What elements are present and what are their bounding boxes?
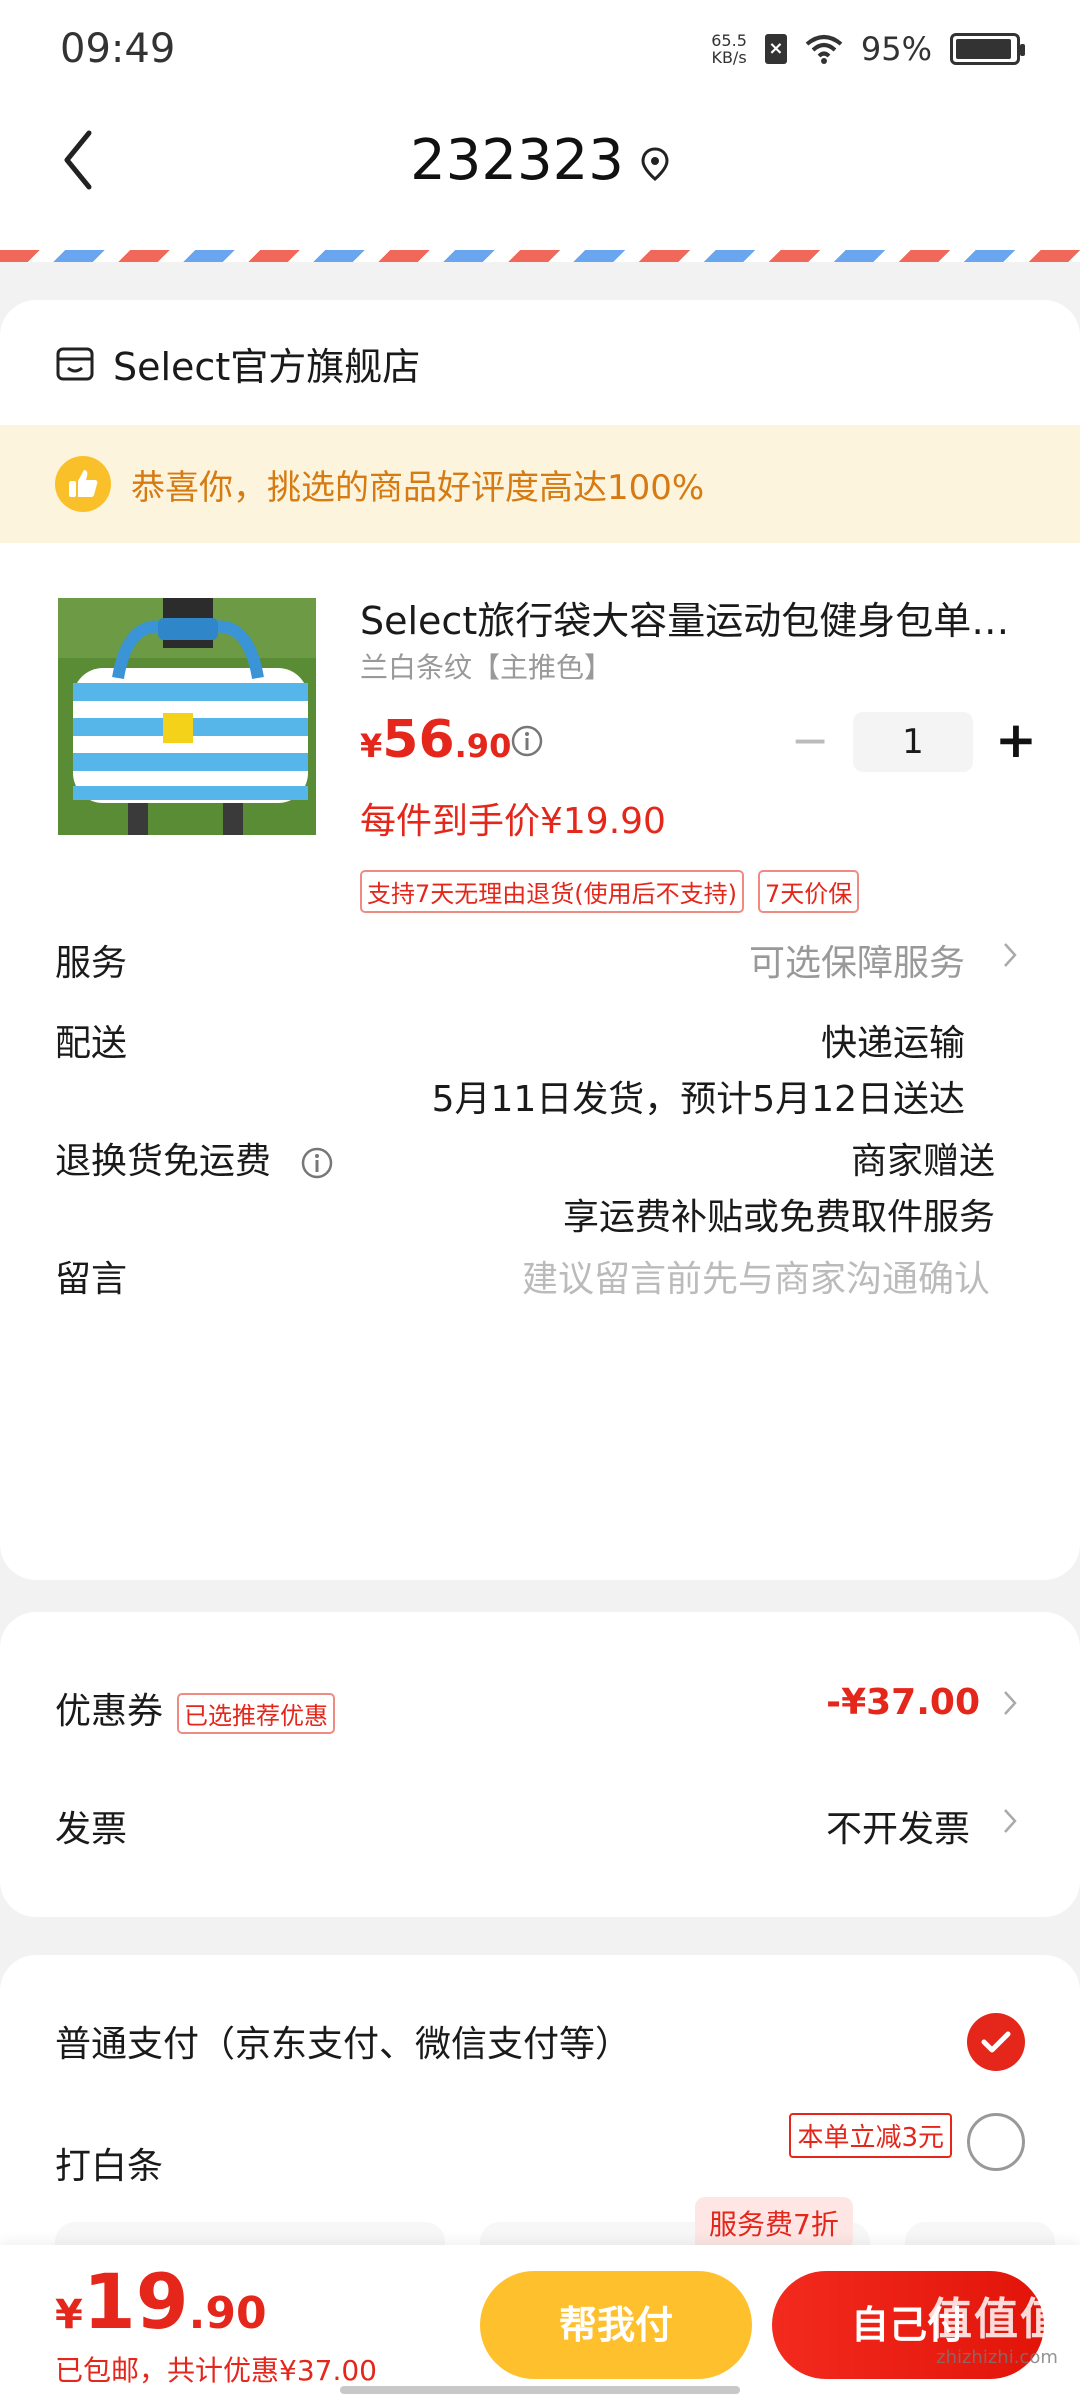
- baitiao-label[interactable]: 打白条: [55, 2137, 163, 2189]
- increase-button[interactable]: +: [991, 712, 1041, 772]
- price-decimal: .90: [454, 727, 512, 765]
- watermark-url: zhizhizhi.com: [936, 2347, 1058, 2368]
- product-tags: 支持7天无理由退货(使用后不支持) 7天价保: [360, 870, 860, 913]
- return-info-icon[interactable]: [300, 1146, 334, 1180]
- return-desc: 享运费补贴或免费取件服务: [562, 1197, 995, 1238]
- shipping-note: 已包邮，共计优惠: [55, 2354, 280, 2387]
- coupon-row[interactable]: 优惠券 已选推荐优惠: [55, 1682, 336, 1734]
- delivery-label: 配送: [55, 1023, 128, 1064]
- wifi-icon: [805, 35, 843, 64]
- return-label-row: 退换货免运费: [55, 1132, 334, 1184]
- watermark-logo: 值值值: [928, 2294, 1066, 2345]
- status-time: 09:49: [60, 26, 176, 72]
- praise-banner: 恭喜你，挑选的商品好评度高达100%: [0, 425, 1080, 543]
- status-icons: 65.5 KB/s × 95%: [711, 30, 1025, 68]
- invoice-label: 发票: [55, 1809, 128, 1850]
- shop-row[interactable]: Select官方旗舰店: [55, 336, 420, 391]
- product-spec[interactable]: 兰白条纹【主推色】: [360, 646, 612, 686]
- address-title: 232323: [410, 128, 624, 193]
- battery-icon: [950, 33, 1025, 65]
- price-integer: 56: [382, 710, 455, 770]
- product-image[interactable]: [58, 598, 316, 835]
- banner-text: 恭喜你，挑选的商品好评度高达100%: [131, 467, 705, 508]
- baitiao-promo: 本单立减3元: [789, 2113, 952, 2158]
- discount-amount: ¥37.00: [279, 2354, 377, 2387]
- price-symbol: ¥: [360, 727, 383, 765]
- baitiao-radio[interactable]: [967, 2113, 1025, 2171]
- quantity-value[interactable]: 1: [853, 712, 973, 772]
- total-symbol: ¥: [55, 2292, 83, 2338]
- product-title[interactable]: Select旅行袋大容量运动包健身包单…: [360, 590, 1020, 645]
- watermark: 值值值 zhizhizhi.com: [928, 2283, 1066, 2368]
- coupon-card: 优惠券 已选推荐优惠 -¥37.00 发票 不开发票: [0, 1612, 1080, 1917]
- price-protect-tag: 7天价保: [758, 870, 860, 913]
- discount-summary: 已包邮，共计优惠¥37.00: [55, 2349, 377, 2389]
- service-fee-tag: 服务费7折: [695, 2197, 853, 2249]
- unit-final-price: 每件到手价¥19.90: [360, 801, 666, 842]
- service-value[interactable]: 可选保障服务: [749, 934, 965, 986]
- normal-pay-label[interactable]: 普通支付（京东支付、微信支付等）: [55, 2015, 631, 2067]
- service-label: 服务: [55, 943, 128, 984]
- message-label: 留言: [55, 1259, 128, 1300]
- chevron-right-icon[interactable]: [1000, 1806, 1020, 1836]
- thumbs-up-icon: [55, 456, 111, 512]
- no-sim-icon: ×: [764, 34, 787, 64]
- total-price: ¥19.90: [55, 2257, 267, 2346]
- delivery-time[interactable]: 5月11日发货，预计5月12日送达: [432, 1070, 965, 1122]
- quantity-stepper: − 1 +: [785, 712, 1041, 772]
- total-decimal: .90: [188, 2288, 267, 2339]
- invoice-value[interactable]: 不开发票: [826, 1800, 970, 1852]
- coupon-label: 优惠券: [55, 1691, 164, 1732]
- return-label: 退换货免运费: [55, 1141, 272, 1182]
- header: 232323: [0, 100, 1080, 262]
- price-info-icon[interactable]: [510, 724, 544, 758]
- shop-name: Select官方旗舰店: [113, 345, 421, 389]
- net-speed: 65.5 KB/s: [711, 32, 747, 66]
- total-integer: 19: [82, 2257, 189, 2346]
- net-speed-value: 65.5: [711, 31, 747, 50]
- decrease-button[interactable]: −: [785, 712, 835, 772]
- coupon-badge: 已选推荐优惠: [177, 1692, 336, 1734]
- store-icon: [56, 347, 94, 380]
- checkout-bar: ¥19.90 已包邮，共计优惠¥37.00 帮我付 自己付 值值值 zhizhi…: [0, 2245, 1080, 2400]
- page-title[interactable]: 232323: [0, 128, 1080, 193]
- normal-pay-check-icon[interactable]: [967, 2013, 1025, 2071]
- coupon-amount[interactable]: -¥37.00: [826, 1682, 980, 1723]
- location-pin-icon: [641, 147, 669, 181]
- home-indicator[interactable]: [340, 2386, 740, 2394]
- return-value: 商家赠送: [850, 1141, 995, 1182]
- help-pay-button[interactable]: 帮我付: [480, 2271, 752, 2379]
- delivery-method[interactable]: 快递运输: [821, 1014, 965, 1066]
- status-bar: 09:49 65.5 KB/s × 95%: [0, 0, 1080, 100]
- chevron-right-icon[interactable]: [1000, 940, 1020, 970]
- product-price: ¥56.90: [360, 710, 511, 770]
- message-input[interactable]: 建议留言前先与商家沟通确认: [522, 1250, 990, 1302]
- chevron-right-icon[interactable]: [1000, 1688, 1020, 1718]
- battery-percent: 95%: [860, 30, 932, 68]
- airmail-border: [0, 250, 1080, 262]
- order-card: Select官方旗舰店 恭喜你，挑选的商品好评度高达100% Select旅行袋…: [0, 300, 1080, 1580]
- net-speed-unit: KB/s: [711, 48, 747, 67]
- return-policy-tag: 支持7天无理由退货(使用后不支持): [360, 870, 744, 913]
